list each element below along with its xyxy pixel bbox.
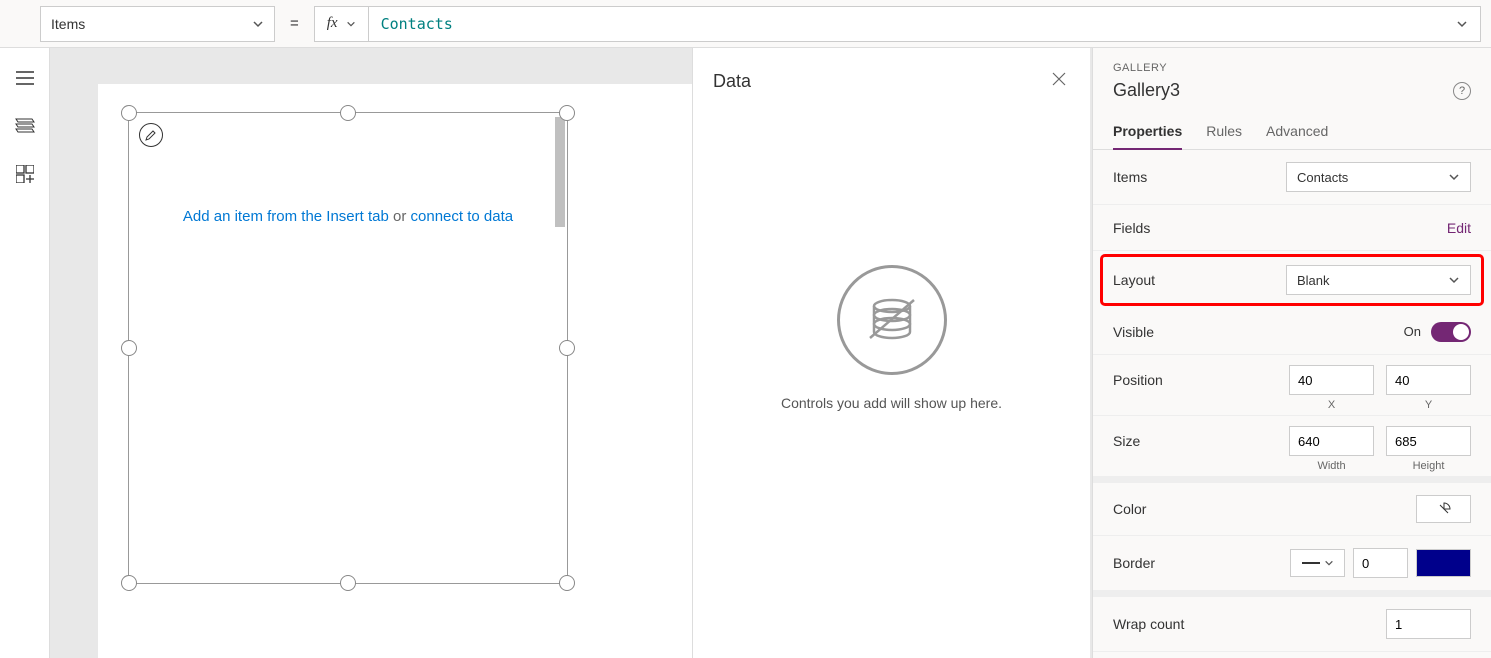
items-dropdown[interactable]: Contacts [1286,162,1471,192]
border-color-swatch[interactable] [1416,549,1471,577]
data-pane-title: Data [713,71,751,92]
fx-button[interactable]: fx [314,6,369,42]
sub-label-height: Height [1386,460,1471,472]
canvas-surface[interactable]: Add an item from the Insert tab or conne… [98,84,693,658]
data-pane-header: Data [693,48,1090,115]
resize-handle[interactable] [121,575,137,591]
resize-handle[interactable] [121,105,137,121]
chevron-down-icon [1456,18,1468,30]
properties-tabs: Properties Rules Advanced [1093,115,1491,150]
help-icon[interactable]: ? [1453,82,1471,100]
prop-visible: Visible On [1093,309,1491,355]
property-selector[interactable]: Items [40,6,275,42]
size-width-input[interactable] [1289,426,1374,456]
chevron-down-icon [1448,171,1460,183]
layout-value: Blank [1297,273,1330,288]
prop-label: Visible [1113,324,1154,340]
chevron-down-icon [252,18,264,30]
prop-label: Position [1113,372,1163,388]
color-swatch[interactable] [1416,495,1471,523]
layout-dropdown[interactable]: Blank [1286,265,1471,295]
sub-label-width: Width [1289,460,1374,472]
prop-position: Position X Y [1093,355,1491,416]
empty-message: Controls you add will show up here. [781,395,1002,411]
chevron-down-icon [346,19,356,29]
prop-label: Wrap count [1113,616,1184,632]
size-height-input[interactable] [1386,426,1471,456]
resize-handle[interactable] [121,340,137,356]
property-selector-label: Items [51,16,85,32]
prop-label: Fields [1113,220,1150,236]
prop-label: Color [1113,501,1146,517]
visible-toggle[interactable] [1431,322,1471,342]
equals-sign: = [275,15,314,32]
prop-items: Items Contacts [1093,150,1491,205]
prop-wrap-count: Wrap count [1093,597,1491,652]
resize-handle[interactable] [559,575,575,591]
prop-label: Items [1113,169,1147,185]
chevron-down-icon [1448,274,1460,286]
resize-handle[interactable] [340,575,356,591]
prop-color: Color [1093,483,1491,536]
control-name[interactable]: Gallery3 [1113,80,1180,101]
insert-tab-link[interactable]: Add an item from the Insert tab [183,208,389,225]
position-y-input[interactable] [1386,365,1471,395]
formula-value: Contacts [381,15,453,33]
database-empty-icon [837,265,947,375]
connect-data-link[interactable]: connect to data [411,208,514,225]
or-text: or [389,208,411,225]
prop-fields: Fields Edit [1093,205,1491,251]
gallery-placeholder: Add an item from the Insert tab or conne… [129,208,567,225]
insert-icon[interactable] [15,164,35,184]
formula-bar: Items = fx Contacts [0,0,1491,48]
prop-label: Border [1113,555,1155,571]
resize-handle[interactable] [340,105,356,121]
chevron-down-icon [1324,558,1334,568]
prop-label: Layout [1113,272,1155,288]
hamburger-icon[interactable] [15,68,35,88]
prop-size: Size Width Height [1093,416,1491,477]
formula-input[interactable]: Contacts [369,6,1481,42]
tab-properties[interactable]: Properties [1113,115,1182,149]
fields-edit-link[interactable]: Edit [1447,220,1471,236]
selected-gallery[interactable]: Add an item from the Insert tab or conne… [128,112,568,584]
prop-border: Border [1093,536,1491,591]
border-style-select[interactable] [1290,549,1345,577]
edit-pencil-icon[interactable] [139,123,163,147]
properties-header: GALLERY Gallery3 ? [1093,48,1491,109]
tab-advanced[interactable]: Advanced [1266,115,1328,149]
control-type-label: GALLERY [1113,62,1471,74]
wrap-count-input[interactable] [1386,609,1471,639]
data-pane: Data Controls you add will show up here. [692,48,1090,658]
tab-rules[interactable]: Rules [1206,115,1242,149]
data-empty-state: Controls you add will show up here. [693,115,1090,411]
prop-layout: Layout Blank [1099,253,1485,307]
close-icon[interactable] [1048,68,1070,95]
sub-label-y: Y [1386,399,1471,411]
fx-label: fx [327,15,338,32]
tree-view-icon[interactable] [15,116,35,136]
position-x-input[interactable] [1289,365,1374,395]
resize-handle[interactable] [559,105,575,121]
border-width-input[interactable] [1353,548,1408,578]
visible-value: On [1404,324,1421,339]
properties-panel: GALLERY Gallery3 ? Properties Rules Adva… [1092,48,1491,658]
sub-label-x: X [1289,399,1374,411]
items-value: Contacts [1297,170,1348,185]
left-rail [0,48,50,658]
resize-handle[interactable] [559,340,575,356]
prop-label: Size [1113,433,1140,449]
